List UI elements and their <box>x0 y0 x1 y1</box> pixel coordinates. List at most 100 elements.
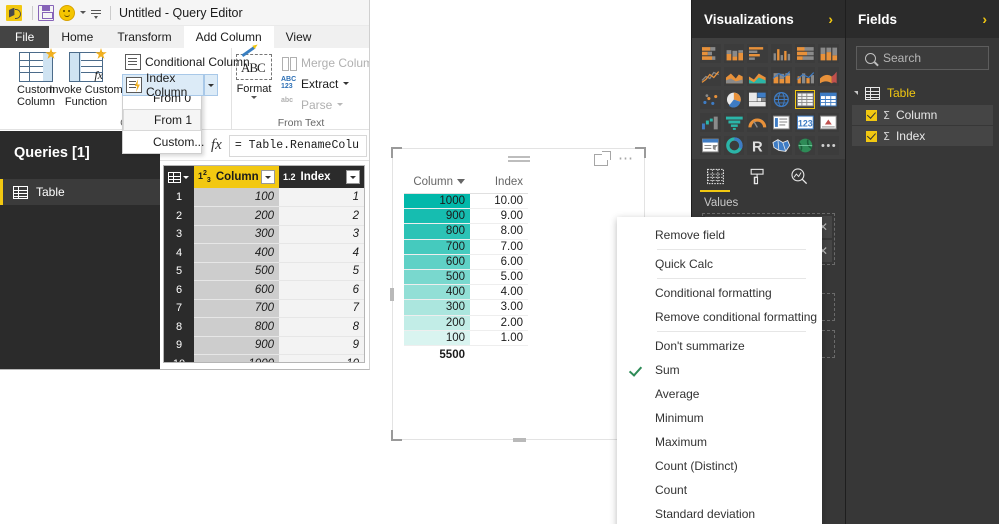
cell-column[interactable]: 800 <box>194 317 279 337</box>
viz-type-filled-map[interactable] <box>770 136 792 155</box>
table-row[interactable]: 7 700 7 <box>164 299 364 318</box>
resize-handle-left-center[interactable] <box>390 288 394 301</box>
viz-type-kpi[interactable] <box>818 113 839 132</box>
table-row[interactable]: 800 8.00 <box>404 223 528 240</box>
cell-column[interactable]: 500 <box>404 269 470 286</box>
table-row[interactable]: 4 400 4 <box>164 243 364 263</box>
viz-type-treemap[interactable] <box>747 90 768 109</box>
viz-type-line-stacked-column-chart[interactable] <box>770 67 792 86</box>
viz-type-waterfall-chart[interactable] <box>700 113 721 132</box>
context-menu-item-sum[interactable]: Sum <box>617 358 822 382</box>
extract-caret-icon[interactable] <box>343 82 350 85</box>
table-row[interactable]: 600 6.00 <box>404 254 528 270</box>
expand-collapse-triangle-icon[interactable] <box>854 91 858 95</box>
ribbon-tab-file[interactable]: File <box>0 26 50 48</box>
viz-type-gauge-chart[interactable] <box>747 113 768 132</box>
query-list-item-table[interactable]: Table <box>0 179 160 205</box>
viz-type-matrix[interactable] <box>818 90 839 109</box>
viz-type-slicer[interactable] <box>700 136 721 155</box>
cell-index[interactable]: 10 <box>279 354 364 362</box>
context-menu-item-count[interactable]: Count <box>617 478 822 502</box>
viz-type-card[interactable]: 123 <box>794 113 816 132</box>
format-tab[interactable] <box>744 163 770 189</box>
cell-column[interactable]: 800 <box>404 223 470 240</box>
cell-column[interactable]: 600 <box>194 280 279 300</box>
viz-type-scatter-chart[interactable] <box>700 90 721 109</box>
cell-index[interactable]: 5.00 <box>470 269 528 286</box>
sort-descending-icon[interactable] <box>457 179 465 184</box>
cell-column[interactable]: 200 <box>404 315 470 331</box>
viz-type-line-chart[interactable] <box>700 67 721 86</box>
ribbon-tab-view[interactable]: View <box>274 26 324 48</box>
cell-column[interactable]: 900 <box>194 336 279 355</box>
drag-handle-icon[interactable] <box>507 156 530 163</box>
viz-type-arcgis-map[interactable] <box>794 136 816 155</box>
field-item-index[interactable]: Σ Index <box>852 126 993 146</box>
cell-column[interactable]: 100 <box>194 188 279 207</box>
table-row[interactable]: 500 5.00 <box>404 269 528 286</box>
field-checkbox-column[interactable] <box>866 109 877 121</box>
cell-column[interactable]: 700 <box>194 299 279 318</box>
cell-index[interactable]: 4.00 <box>470 284 528 301</box>
viz-type-funnel-chart[interactable] <box>723 113 745 132</box>
grid-select-all-header[interactable] <box>164 166 194 188</box>
invoke-custom-function-button[interactable]: fx Invoke Custom Function <box>40 48 132 108</box>
cell-index[interactable]: 6.00 <box>470 254 528 270</box>
viz-type-stacked-bar-chart[interactable] <box>700 44 721 63</box>
grid-column-filter-button[interactable] <box>261 170 275 184</box>
cell-index[interactable]: 4 <box>279 243 364 263</box>
viz-type-line-clustered-column-chart[interactable] <box>794 67 816 86</box>
viz-type-ribbon-chart[interactable] <box>818 67 839 86</box>
ribbon-tab-add-column[interactable]: Add Column <box>183 26 274 48</box>
context-menu-item-average[interactable]: Average <box>617 382 822 406</box>
cell-column[interactable]: 700 <box>404 239 470 255</box>
feedback-dropdown-caret-icon[interactable] <box>80 11 86 14</box>
context-menu-item-don-t-summarize[interactable]: Don't summarize <box>617 334 822 358</box>
table-row[interactable]: 400 4.00 <box>404 284 528 301</box>
format-caret-icon[interactable] <box>251 96 257 99</box>
context-menu-item-count-distinct[interactable]: Count (Distinct) <box>617 454 822 478</box>
cell-index[interactable]: 10.00 <box>470 193 528 210</box>
table-row[interactable]: 700 7.00 <box>404 239 528 255</box>
cell-column[interactable]: 1000 <box>404 193 470 210</box>
cell-index[interactable]: 7 <box>279 299 364 318</box>
context-menu-item-maximum[interactable]: Maximum <box>617 430 822 454</box>
focus-mode-icon[interactable] <box>594 151 611 166</box>
index-column-dropdown-button[interactable] <box>204 74 218 96</box>
table-row[interactable]: 100 1.00 <box>404 330 528 346</box>
viz-type-stacked-column-chart[interactable] <box>723 44 745 63</box>
more-options-icon[interactable]: ⋯ <box>618 151 633 166</box>
extract-button[interactable]: ABC 123 Extract <box>278 73 352 94</box>
viz-type-pie-chart[interactable] <box>723 90 745 109</box>
table-row[interactable]: 1 100 1 <box>164 188 364 207</box>
analytics-tab[interactable] <box>786 163 812 189</box>
cell-column[interactable]: 900 <box>404 208 470 225</box>
ribbon-tab-home[interactable]: Home <box>49 26 105 48</box>
cell-index[interactable]: 2 <box>279 206 364 226</box>
table-row[interactable]: 10100010 <box>164 354 364 362</box>
table-row[interactable]: 300 3.00 <box>404 299 528 316</box>
table-row[interactable]: 8 800 8 <box>164 317 364 337</box>
cell-column[interactable]: 400 <box>404 284 470 301</box>
context-menu-item-remove-conditional-formatting[interactable]: Remove conditional formatting <box>617 305 822 329</box>
formula-input[interactable]: = Table.RenameColu <box>228 134 367 157</box>
cell-column[interactable]: 300 <box>194 225 279 244</box>
cell-column[interactable]: 400 <box>194 243 279 263</box>
viz-type-map[interactable] <box>770 90 792 109</box>
viz-type-clustered-bar-chart[interactable] <box>747 44 768 63</box>
power-bi-app-icon[interactable] <box>6 4 22 21</box>
table-row[interactable]: 200 2.00 <box>404 315 528 331</box>
cell-index[interactable]: 1 <box>279 188 364 207</box>
cell-index[interactable]: 8.00 <box>470 223 528 240</box>
viz-type-more-visuals[interactable] <box>818 136 839 155</box>
cell-column[interactable]: 600 <box>404 254 470 270</box>
feedback-smiley-icon[interactable] <box>59 4 75 21</box>
fx-icon[interactable]: fx <box>204 137 229 154</box>
viz-type-table[interactable] <box>794 90 816 109</box>
context-menu-item-remove-field[interactable]: Remove field <box>617 223 822 247</box>
viz-type-donut-chart[interactable] <box>723 136 745 155</box>
viz-type-stacked-area-chart[interactable] <box>747 67 768 86</box>
context-menu-item-conditional-formatting[interactable]: Conditional formatting <box>617 281 822 305</box>
fields-tab[interactable] <box>700 163 730 192</box>
index-menu-item-custom[interactable]: Custom... <box>123 131 204 153</box>
